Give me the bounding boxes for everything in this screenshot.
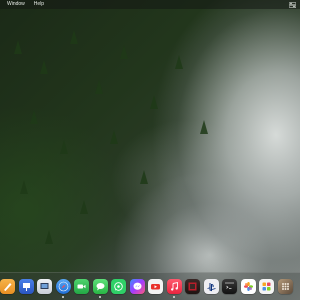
wallpaper-tree	[14, 40, 22, 54]
whatsapp-glyph	[114, 282, 123, 291]
wallpaper-tree	[175, 55, 183, 69]
wallpaper-tree	[45, 230, 53, 244]
music-icon[interactable]	[166, 279, 182, 298]
app-library-icon[interactable]	[259, 279, 274, 294]
safari-icon[interactable]	[55, 279, 71, 298]
terminal-glyph	[225, 282, 234, 289]
youtube-glyph	[151, 284, 160, 290]
messages-glyph	[96, 283, 104, 291]
photobooth-icon[interactable]	[185, 279, 200, 294]
wallpaper-tree	[110, 130, 118, 144]
preview-glyph	[40, 283, 49, 289]
pages-icon[interactable]	[0, 279, 15, 294]
wallpaper-tree	[60, 140, 68, 154]
facetime-glyph	[77, 284, 86, 289]
running-indicator	[62, 296, 64, 298]
app-library-glyph	[262, 282, 271, 291]
wallpaper-tree	[40, 60, 48, 74]
playstation-glyph	[206, 283, 216, 292]
wallpaper-tree	[140, 170, 148, 184]
pages-glyph	[4, 283, 12, 291]
facetime-icon[interactable]	[74, 279, 89, 294]
wallpaper-tree	[95, 80, 103, 94]
messenger-icon[interactable]	[129, 279, 145, 294]
terminal-icon[interactable]	[222, 279, 237, 294]
wallpaper-tree	[70, 30, 78, 44]
playstation-icon[interactable]	[203, 279, 219, 294]
wallpaper-tree	[200, 120, 208, 134]
photos-icon[interactable]	[240, 279, 256, 294]
messages-icon[interactable]	[92, 279, 108, 298]
photobooth-glyph	[188, 282, 197, 291]
preview-icon[interactable]	[37, 279, 52, 294]
launcher-icon[interactable]	[277, 279, 293, 294]
keynote-glyph	[22, 283, 30, 291]
menu-window[interactable]: Window	[0, 0, 25, 9]
messenger-glyph	[133, 282, 141, 290]
wallpaper-tree	[150, 95, 158, 109]
wallpaper-tree	[20, 180, 28, 194]
desktop-wallpaper	[0, 0, 300, 300]
photos-glyph	[243, 282, 253, 291]
wallpaper-tree	[120, 45, 128, 59]
running-indicator	[99, 296, 101, 298]
launcher-glyph	[281, 283, 289, 290]
control-center-icon[interactable]	[288, 1, 297, 8]
wallpaper-tree	[80, 200, 88, 214]
wallpaper-tree	[30, 110, 38, 124]
music-glyph	[170, 281, 178, 291]
safari-glyph	[58, 281, 68, 292]
whatsapp-icon[interactable]	[111, 279, 126, 294]
youtube-icon[interactable]	[148, 279, 163, 294]
keynote-icon[interactable]	[18, 279, 34, 294]
menu-help[interactable]: Help	[27, 0, 44, 9]
menu-bar: Window Help	[0, 0, 300, 9]
control-center-icon-glyph	[289, 1, 296, 8]
dock	[0, 272, 300, 300]
running-indicator	[173, 296, 175, 298]
